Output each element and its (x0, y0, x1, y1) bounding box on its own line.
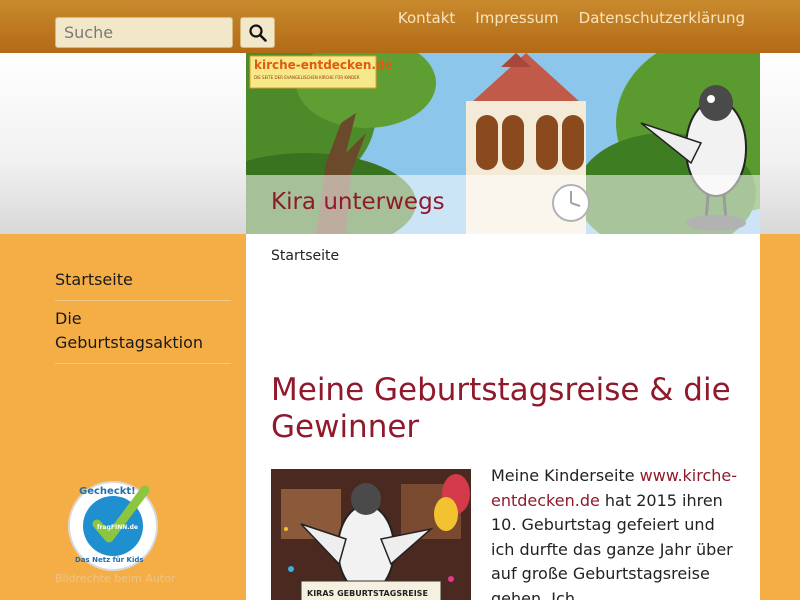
sidebar-item-startseite[interactable]: Startseite (55, 262, 231, 301)
image-credit: Bildrechte beim Autor (55, 572, 176, 585)
badge-line1: Gecheckt! (79, 486, 136, 497)
fragfinn-badge[interactable]: Gecheckt! fragFINN.de Das Netz für Kids (67, 480, 159, 572)
search-icon (249, 24, 267, 42)
article-image: KIRAS GEBURTSTAGSREISE (271, 469, 471, 600)
page-title: Meine Geburtstagsreise & die Gewinner (271, 372, 731, 445)
top-bar: Kontakt Impressum Datenschutzerklärung (0, 0, 800, 53)
search-input[interactable] (55, 17, 233, 48)
article-text: Meine Kinderseite www.kirche-entdecken.d… (491, 464, 741, 600)
banner-logo-tagline: DIE SEITE DER EVANGELISCHEN KIRCHE FÜR K… (254, 75, 360, 80)
side-nav: Startseite Die Geburtstagsaktion (55, 262, 231, 364)
nav-datenschutz[interactable]: Datenschutzerklärung (579, 9, 745, 27)
nav-impressum[interactable]: Impressum (475, 9, 558, 27)
banner-caption: Kira unterwegs (271, 189, 445, 215)
banner-logo-text: kirche-entdecken.de (254, 58, 393, 72)
nav-kontakt[interactable]: Kontakt (398, 9, 455, 27)
top-nav: Kontakt Impressum Datenschutzerklärung (398, 9, 745, 27)
main-content: Startseite Meine Geburtstagsreise & die … (246, 234, 760, 600)
search-button[interactable] (240, 17, 275, 48)
sidebar-item-geburtstagsaktion[interactable]: Die Geburtstagsaktion (55, 301, 231, 364)
article-illustration (271, 469, 471, 600)
header-banner: kirche-entdecken.de DIE SEITE DER EVANGE… (246, 53, 760, 234)
badge-brand: fragFINN.de (97, 524, 138, 531)
article-text-before: Meine Kinderseite (491, 466, 640, 485)
breadcrumb[interactable]: Startseite (271, 248, 339, 264)
image-sign-text: KIRAS GEBURTSTAGSREISE (307, 589, 428, 598)
badge-line2: Das Netz für Kids (75, 556, 144, 564)
